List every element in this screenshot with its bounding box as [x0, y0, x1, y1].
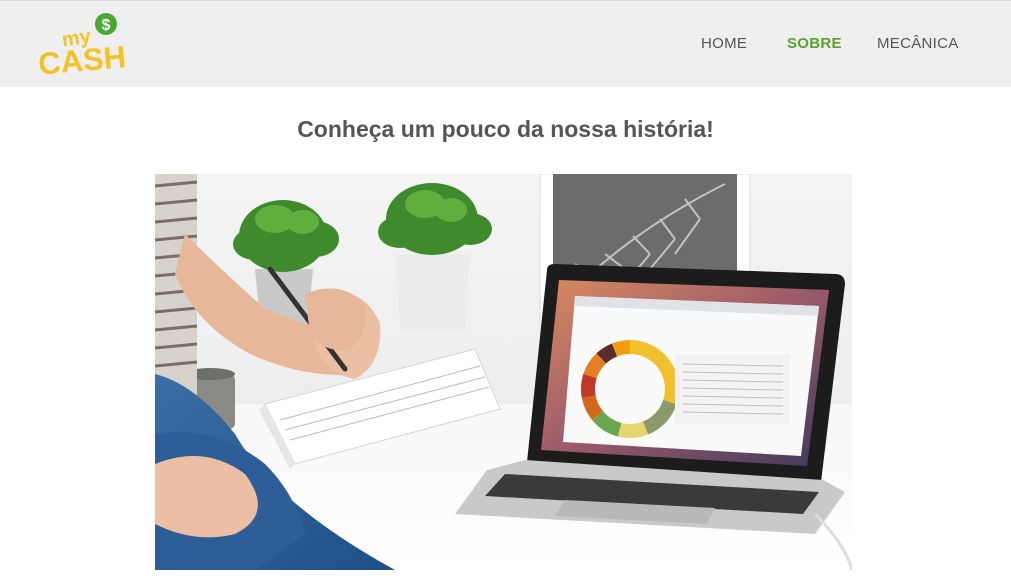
- logo-dollar-symbol: $: [102, 17, 111, 34]
- donut-segment: [581, 373, 597, 399]
- donut-segment: [581, 395, 604, 421]
- site-header: $ my CASH HOME SOBRE MECÂNICA: [0, 1, 1011, 87]
- nav-home[interactable]: HOME: [701, 35, 747, 52]
- nav-mecanica[interactable]: MECÂNICA: [877, 35, 959, 52]
- donut-segment: [617, 421, 649, 438]
- mycash-logo-icon: $ my CASH: [37, 13, 128, 77]
- donut-segment: [596, 343, 618, 364]
- hero-image: [155, 174, 852, 570]
- donut-segment: [611, 340, 631, 357]
- nav-sobre[interactable]: SOBRE: [787, 35, 842, 52]
- screen-category-list: [675, 354, 790, 424]
- page-title: Conheça um pouco da nossa história!: [297, 116, 714, 142]
- laptop-finance-photo: [155, 174, 852, 570]
- logo-cash-text: CASH: [37, 39, 128, 77]
- mycash-logo[interactable]: $ my CASH: [36, 9, 128, 77]
